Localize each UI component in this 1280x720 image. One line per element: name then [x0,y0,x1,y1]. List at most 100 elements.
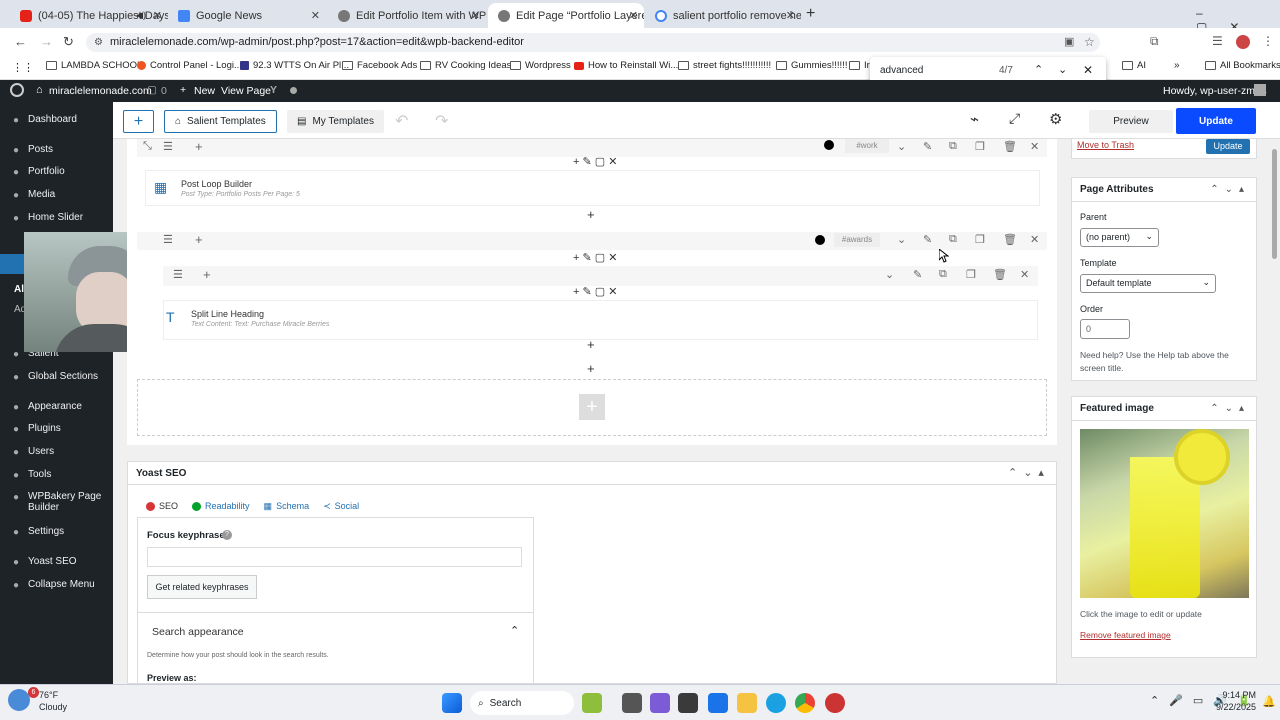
site-link[interactable]: miraclelemonade.com [49,85,152,97]
order-input[interactable]: 0 [1080,319,1130,339]
extensions-icon[interactable]: ⧉ [1150,34,1159,49]
gear-icon[interactable]: ⚙ [1049,110,1062,128]
seo-icon[interactable]: ⌁ [970,110,979,128]
split-line-heading-element[interactable]: T Split Line Heading Text Content: Text:… [163,300,1038,340]
widgets-icon[interactable] [582,693,602,713]
add-row-area[interactable]: + [137,379,1047,436]
close-icon[interactable]: ✕ [471,9,480,22]
add-element-button[interactable]: + [123,110,154,133]
file-explorer-icon[interactable] [737,693,757,713]
url-input[interactable]: ⚙ miraclelemonade.com/wp-admin/post.php?p… [86,33,1100,52]
expand-icon[interactable]: ⤡ [143,140,152,153]
sidebar-item-collapse-menu[interactable]: ● Collapse Menu [0,579,113,591]
help-icon[interactable]: ? [222,530,232,540]
bookmark[interactable]: Ir [849,60,870,71]
sidebar-item-global-sections[interactable]: ● Global Sections [0,371,113,383]
chevron-right-icon[interactable]: » [1174,60,1180,71]
add-row-button[interactable]: + [579,394,605,420]
sidebar-item-media[interactable]: ● Media [0,189,113,201]
bookmark[interactable]: Facebook Ads [342,60,417,71]
clone-icon[interactable]: ⧉ [939,268,947,281]
box-controls[interactable]: ⌃⌄▴ [1210,184,1250,195]
copy-icon[interactable]: ❐ [975,233,985,246]
bookmark[interactable]: AI [1122,60,1146,71]
bookmark[interactable]: How to Reinstall Wi... [574,60,678,71]
chevron-down-icon[interactable]: ⌄ [885,268,894,281]
mail-icon[interactable] [708,693,728,713]
sidebar-item-wpbakery-page-builder[interactable]: ● WPBakery Page Builder [0,491,113,513]
column-controls[interactable]: + ✎ ▢ ✕ [573,251,617,264]
close-icon[interactable]: ✕ [1020,268,1029,281]
remove-featured-image-link[interactable]: Remove featured image [1080,630,1171,640]
copy-icon[interactable]: ❐ [975,140,985,153]
featured-image[interactable] [1080,429,1249,598]
template-select[interactable]: Default template ⌄ [1080,274,1216,293]
scrollbar[interactable] [1270,139,1280,684]
chrome-icon[interactable] [795,693,815,713]
wordpress-icon[interactable] [10,83,24,97]
new-link[interactable]: New [194,85,215,97]
related-keyphrases-button[interactable]: Get related keyphrases [147,575,257,599]
forward-icon[interactable]: → [40,34,53,49]
pencil-icon[interactable]: ✎ [923,233,932,246]
undo-icon[interactable]: ↶ [395,111,408,131]
chevron-down-icon[interactable]: ⌄ [1058,63,1067,76]
close-icon[interactable]: ✕ [786,9,795,22]
tab-seo[interactable]: SEO [146,501,178,511]
update-button[interactable]: Update [1176,108,1256,134]
trash-icon[interactable]: 🗑 [1003,233,1017,246]
post-loop-builder-element[interactable]: ▦ Post Loop Builder Post Type: Portfolio… [145,170,1040,206]
task-view-icon[interactable] [622,693,642,713]
sidebar-item-posts[interactable]: ● Posts [0,144,113,156]
yoast-icon[interactable]: Y [270,84,277,96]
back-icon[interactable]: ← [14,34,27,49]
add-element-plus[interactable]: + [587,337,595,352]
browser-tab[interactable]: (04-05) The Happiest Days ◀) ✕ [10,3,168,28]
column-controls[interactable]: + ✎ ▢ ✕ [573,155,617,168]
edge-icon[interactable] [766,693,786,713]
pencil-icon[interactable]: ✎ [923,140,932,153]
salient-templates-button[interactable]: ⌂ Salient Templates [164,110,277,133]
add-element-plus[interactable]: + [587,207,595,222]
clone-icon[interactable]: ⧉ [949,233,957,246]
star-icon[interactable]: ☆ [1084,33,1095,52]
scrollbar-thumb[interactable] [1272,149,1277,259]
add-element-plus[interactable]: + [587,361,595,376]
clone-icon[interactable]: ⧉ [949,140,957,153]
focus-keyphrase-input[interactable] [147,547,522,567]
bookmark[interactable]: Gummies!!!!!! [776,60,847,71]
bookmark[interactable]: Control Panel - Logi... [137,60,242,71]
close-icon[interactable]: ✕ [1083,63,1093,77]
avatar[interactable] [1236,35,1250,49]
publish-update-button[interactable]: Update [1206,139,1250,154]
browser-tab-active[interactable]: Edit Page “Portfolio Layered La✕ [488,3,644,28]
close-icon[interactable]: ✕ [153,9,162,22]
drag-handle-icon[interactable]: ☰ [173,268,183,281]
start-icon[interactable] [442,693,462,713]
copy-icon[interactable]: ❐ [966,268,976,281]
drag-handle-icon[interactable]: ☰ [163,233,173,246]
trash-icon[interactable]: 🗑 [1003,140,1017,153]
chevron-down-icon[interactable]: ⌄ [897,233,906,246]
apps-icon[interactable]: ⋮⋮ [12,61,34,74]
sidebar-item-users[interactable]: ● Users [0,446,113,458]
preview-button[interactable]: Preview [1089,110,1173,133]
view-page-link[interactable]: View Page [221,85,271,97]
fullscreen-icon[interactable]: ⤢ [1009,110,1020,127]
panel-controls[interactable]: ⌃⌄▴ [1008,466,1050,479]
tab-readability[interactable]: Readability [192,501,250,511]
browser-tab[interactable]: salient portfolio remove heade✕ [645,3,801,28]
redo-icon[interactable]: ↷ [435,111,448,131]
my-templates-button[interactable]: ▤ My Templates [287,110,384,133]
sidebar-item-portfolio[interactable]: ● Portfolio [0,166,113,178]
sidebar-item-yoast-seo[interactable]: ● Yoast SEO [0,556,113,568]
pencil-icon[interactable]: ✎ [913,268,922,281]
bell-icon[interactable]: 🔔 [1262,695,1276,708]
sidebar-item-dashboard[interactable]: ● Dashboard [0,114,113,126]
bookmark[interactable]: street fights!!!!!!!!!!! [678,60,771,71]
store-icon[interactable] [678,693,698,713]
trash-icon[interactable]: 🗑 [993,268,1007,281]
weather-icon[interactable] [8,689,30,711]
more-icon[interactable]: ⋮ [1262,34,1274,48]
taskbar-search[interactable]: ⌕ Search [470,691,574,715]
